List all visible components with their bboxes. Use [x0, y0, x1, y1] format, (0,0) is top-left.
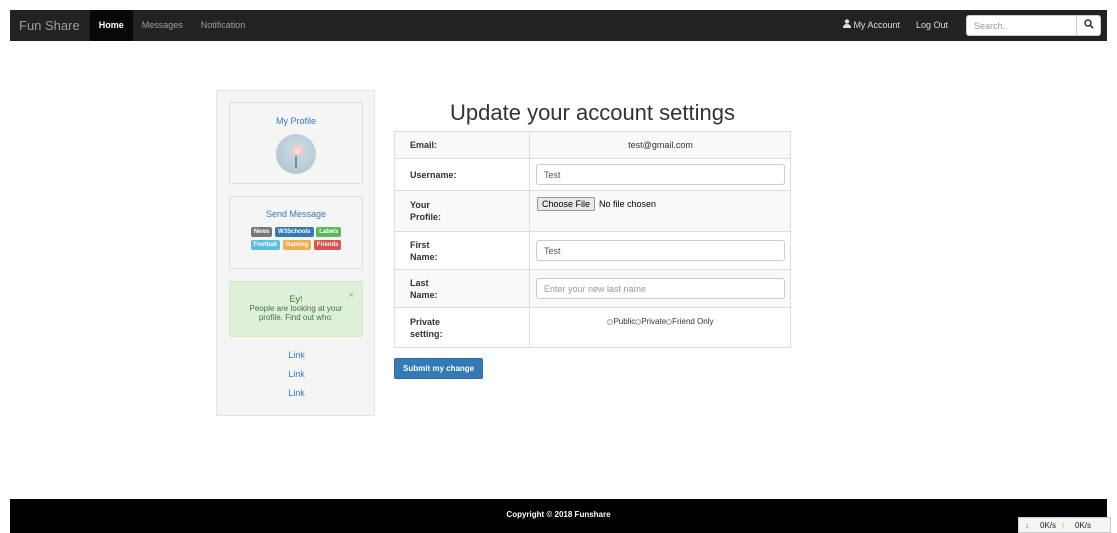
nav-logout[interactable]: Log Out	[908, 10, 956, 41]
upload-speed: 0K/s	[1075, 520, 1092, 530]
profile-card: My Profile	[229, 102, 363, 184]
close-icon[interactable]: ×	[348, 290, 354, 301]
option-public: Public	[613, 317, 636, 326]
table-row: Username:	[394, 158, 791, 191]
search-icon	[1083, 19, 1094, 32]
my-account-label: My Account	[853, 20, 900, 30]
sidebar-link-2[interactable]: Link	[217, 368, 376, 387]
label-group: News W3Schools Labels Football Gaming Fr…	[241, 225, 351, 251]
alert-text: People are looking at your profile. Find…	[249, 304, 343, 322]
username-field[interactable]	[536, 164, 785, 185]
email-label: Email:	[394, 131, 530, 159]
footer: Copyright © 2018 Funshare	[10, 499, 1107, 533]
search-input[interactable]	[966, 15, 1077, 36]
first-name-label: First Name:	[394, 231, 530, 270]
file-status: No file chosen	[599, 199, 657, 209]
search-button[interactable]	[1077, 15, 1101, 36]
avatar[interactable]	[276, 134, 316, 174]
send-message-link[interactable]: Send Message	[230, 209, 362, 219]
label-gaming[interactable]: Gaming	[282, 240, 311, 250]
settings-table: Email: test@gmail.com Username: Your Pro…	[394, 131, 791, 348]
label-friends[interactable]: Friends	[313, 240, 342, 250]
last-name-field[interactable]	[536, 278, 785, 299]
page-title: Update your account settings	[450, 100, 735, 125]
last-name-label: Last Name:	[394, 269, 530, 308]
username-label: Username:	[394, 158, 530, 191]
table-row: Last Name:	[394, 269, 791, 308]
label-labels[interactable]: Labels	[316, 227, 342, 237]
upload-arrow-icon: ↑	[1061, 520, 1066, 530]
send-message-card: Send Message News W3Schools Labels Footb…	[229, 196, 363, 269]
last-name-label-text: Last Name:	[410, 277, 438, 300]
table-row: Your Profile: Choose File No file chosen	[394, 190, 791, 232]
privacy-options: Public Private Friend Only	[536, 317, 785, 338]
nav-messages[interactable]: Messages	[133, 10, 192, 41]
first-name-field[interactable]	[536, 240, 785, 261]
label-football[interactable]: Football	[250, 240, 280, 250]
sidebar-links: Link Link Link	[217, 349, 376, 406]
label-news[interactable]: News	[250, 227, 273, 237]
info-alert: × Ey! People are looking at your profile…	[229, 281, 363, 337]
private-label-text: Private setting:	[410, 316, 443, 339]
table-row: Private setting: Public Private Friend Onl…	[394, 307, 791, 348]
brand-logo[interactable]: Fun Share	[19, 18, 80, 33]
user-icon	[843, 10, 852, 41]
submit-button[interactable]: Submit my change	[394, 358, 484, 379]
avatar-flower	[292, 145, 303, 156]
option-friend-only: Friend Only	[672, 317, 714, 326]
email-value: test@gmail.com	[529, 131, 791, 159]
download-speed: 0K/s	[1040, 520, 1057, 530]
profile-label-text: Your Profile:	[410, 200, 442, 222]
download-arrow-icon: ↓	[1025, 520, 1029, 530]
table-row: First Name:	[394, 231, 791, 270]
sidebar: My Profile Send Message News W3Schools L…	[216, 90, 375, 416]
search-form	[966, 15, 1101, 36]
copyright-text: Copyright © 2018 Funshare	[506, 510, 611, 519]
top-navbar: Fun Share Home Messages Notification My …	[10, 10, 1107, 41]
network-speed-widget: ↓ 0K/s ↑ 0K/s	[1018, 517, 1111, 533]
file-upload: Choose File No file chosen	[536, 191, 785, 231]
option-private: Private	[641, 317, 667, 326]
nav-notification[interactable]: Notification	[192, 10, 255, 41]
nav-right-group: My Account Log Out	[835, 10, 1107, 41]
sidebar-link-3[interactable]: Link	[217, 387, 376, 406]
private-label: Private setting:	[394, 307, 530, 348]
label-w3schools[interactable]: W3Schools	[275, 227, 314, 237]
alert-title: Ey!	[289, 294, 303, 304]
profile-label: Your Profile:	[394, 190, 530, 232]
table-row: Email: test@gmail.com	[394, 131, 791, 159]
profile-title[interactable]: My Profile	[230, 116, 362, 126]
choose-file-button[interactable]: Choose File	[537, 197, 596, 211]
avatar-flower-stem	[295, 154, 297, 168]
nav-my-account[interactable]: My Account	[835, 10, 908, 41]
nav-home[interactable]: Home	[89, 10, 133, 41]
sidebar-link-1[interactable]: Link	[217, 349, 376, 368]
first-name-label-text: First Name:	[410, 239, 438, 262]
